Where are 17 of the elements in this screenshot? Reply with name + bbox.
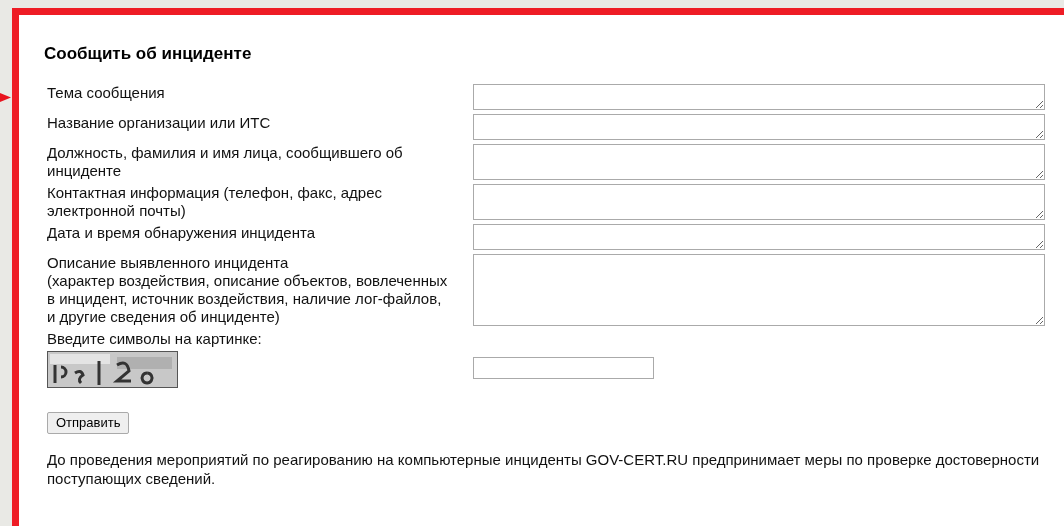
form-title: Сообщить об инциденте [44,43,253,65]
text-area[interactable] [473,114,1045,140]
captcha-input[interactable] [473,357,654,379]
text-area[interactable] [473,254,1045,326]
submit-button[interactable]: Отправить [47,412,130,434]
field-label: Тема сообщения [47,84,166,103]
field-label: Контактная информация (телефон, факс, адрес электронной почты) [47,184,383,220]
text-area[interactable] [473,184,1045,220]
disclaimer-text: До проведения мероприятий по реагированию на компьютерные инциденты GOV-CERT.RU предпринимает меры по проверке достоверности поступающих сведений. [46,450,1041,489]
field-label: Название организации или ИТС [47,114,272,133]
text-area[interactable] [473,224,1045,250]
captcha-label: Введите символы на картинке: [47,330,263,348]
text-area[interactable] [473,84,1045,110]
text-area[interactable] [473,144,1045,180]
field-label: Дата и время обнаружения инцидента [47,224,316,243]
field-label: Должность, фамилия и имя лица, сообщившего об инциденте [47,144,404,180]
field-label: Описание выявленного инцидента (характер воздействия, описание объектов, вовлеченных в инцидент, источник воздействия, наличие лог-файлов, и другие сведения об инциденте) [47,254,449,326]
